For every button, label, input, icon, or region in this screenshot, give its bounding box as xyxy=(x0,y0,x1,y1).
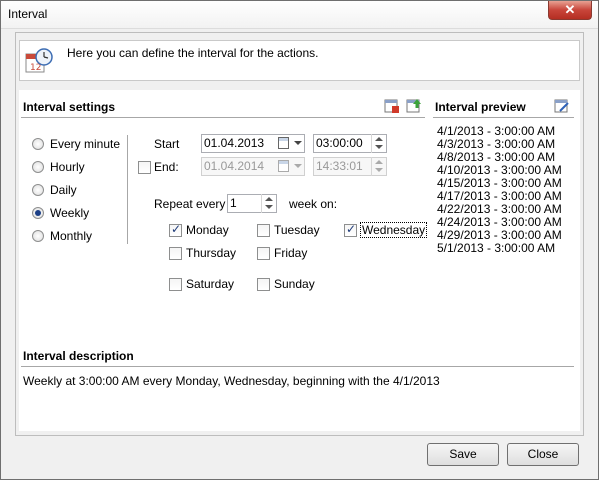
interval-description-title: Interval description xyxy=(23,349,134,363)
calendar-green-icon[interactable] xyxy=(406,98,422,114)
preview-item: 4/10/2013 - 3:00:00 AM xyxy=(437,163,562,177)
frequency-option-hourly[interactable]: Hourly xyxy=(32,158,85,176)
frequency-option-weekly[interactable]: Weekly xyxy=(32,204,89,222)
preview-item: 4/22/2013 - 3:00:00 AM xyxy=(437,202,562,216)
preview-item: 4/29/2013 - 3:00:00 AM xyxy=(437,228,562,242)
options-separator xyxy=(127,135,128,244)
interval-preview-title: Interval preview xyxy=(435,100,526,114)
end-checkbox[interactable] xyxy=(138,160,151,174)
header-text: Here you can define the interval for the… xyxy=(67,46,319,60)
preview-item: 4/8/2013 - 3:00:00 AM xyxy=(437,150,556,164)
end-time-value: 14:33:01 xyxy=(316,159,363,173)
start-label: Start xyxy=(154,137,180,151)
preview-item: 4/24/2013 - 3:00:00 AM xyxy=(437,215,562,229)
frequency-radio[interactable] xyxy=(32,138,44,150)
day-label: Friday xyxy=(274,246,308,260)
repeat-count-value: 1 xyxy=(230,196,237,210)
spin-down-icon[interactable] xyxy=(375,145,383,149)
day-option-tuesday[interactable]: Tuesday xyxy=(257,222,321,238)
frequency-radio[interactable] xyxy=(32,230,44,242)
frequency-radio[interactable] xyxy=(32,207,44,219)
preview-item: 4/17/2013 - 3:00:00 AM xyxy=(437,189,562,203)
day-checkbox[interactable] xyxy=(169,222,182,237)
end-date-picker[interactable]: 01.04.2014 xyxy=(201,157,305,176)
frequency-radio[interactable] xyxy=(32,161,44,173)
window-close-button[interactable]: ✕ xyxy=(548,1,592,20)
frequency-label: Daily xyxy=(50,183,77,197)
day-label: Thursday xyxy=(186,246,237,260)
calendar-icon xyxy=(278,160,289,172)
frequency-option-every-minute[interactable]: Every minute xyxy=(32,135,120,153)
frequency-label: Weekly xyxy=(50,206,90,220)
preview-divider xyxy=(433,117,574,118)
spin-down-icon[interactable] xyxy=(265,205,273,209)
frequency-radio[interactable] xyxy=(32,184,44,196)
repeat-count-spinner[interactable] xyxy=(261,194,276,213)
day-option-sunday[interactable]: Sunday xyxy=(257,276,316,292)
settings-divider xyxy=(21,117,425,118)
content-area: Interval settings Interval preview Every… xyxy=(19,90,580,431)
day-label: Monday xyxy=(186,223,229,237)
title-bar: Interval ✕ xyxy=(1,1,598,29)
close-button[interactable]: Close xyxy=(507,443,579,466)
calendar-red-icon[interactable] xyxy=(384,98,400,114)
day-label: Saturday xyxy=(186,277,235,291)
day-checkbox[interactable] xyxy=(169,277,182,291)
start-time-spinner[interactable] xyxy=(371,134,386,153)
start-date-dropdown[interactable] xyxy=(278,137,302,150)
window-title: Interval xyxy=(8,7,48,21)
end-time-spinner[interactable] xyxy=(371,157,386,176)
spin-up-icon[interactable] xyxy=(375,160,383,164)
save-button[interactable]: Save xyxy=(427,443,499,466)
day-label: Wednesday xyxy=(360,222,428,238)
start-date-value: 01.04.2013 xyxy=(204,136,265,150)
start-time-value: 03:00:00 xyxy=(316,136,363,150)
day-option-wednesday[interactable]: Wednesday xyxy=(344,222,428,238)
end-date-dropdown[interactable] xyxy=(278,160,302,173)
day-option-monday[interactable]: Monday xyxy=(169,222,230,238)
calendar-clock-icon: 12 xyxy=(25,48,53,73)
end-label: End: xyxy=(154,160,179,174)
day-option-saturday[interactable]: Saturday xyxy=(169,276,235,292)
day-checkbox[interactable] xyxy=(257,246,270,260)
day-label: Sunday xyxy=(274,277,315,291)
end-time-field[interactable]: 14:33:01 xyxy=(313,157,387,176)
day-label: Tuesday xyxy=(274,223,320,237)
day-checkbox[interactable] xyxy=(257,277,270,291)
description-divider xyxy=(21,366,574,367)
spin-down-icon[interactable] xyxy=(375,168,383,172)
day-checkbox[interactable] xyxy=(344,222,357,237)
day-option-thursday[interactable]: Thursday xyxy=(169,245,237,261)
preview-item: 5/1/2013 - 3:00:00 AM xyxy=(437,241,556,255)
week-on-label: week on: xyxy=(289,197,338,211)
start-date-picker[interactable]: 01.04.2013 xyxy=(201,134,305,153)
frequency-label: Hourly xyxy=(50,160,85,174)
frequency-option-monthly[interactable]: Monthly xyxy=(32,227,92,245)
calendar-icon xyxy=(278,137,289,149)
preview-item: 4/15/2013 - 3:00:00 AM xyxy=(437,176,562,190)
start-time-field[interactable]: 03:00:00 xyxy=(313,134,387,153)
calendar-edit-icon[interactable] xyxy=(554,98,570,114)
end-checkbox-row[interactable]: End: xyxy=(138,160,179,174)
spin-up-icon[interactable] xyxy=(265,197,273,201)
end-date-value: 01.04.2014 xyxy=(204,159,265,173)
frequency-option-daily[interactable]: Daily xyxy=(32,181,77,199)
preview-item: 4/3/2013 - 3:00:00 AM xyxy=(437,137,556,151)
day-option-friday[interactable]: Friday xyxy=(257,245,308,261)
preview-item: 4/1/2013 - 3:00:00 AM xyxy=(437,124,556,138)
spin-up-icon[interactable] xyxy=(375,137,383,141)
repeat-label: Repeat every xyxy=(154,197,226,211)
interval-settings-title: Interval settings xyxy=(23,100,116,114)
interval-description-text: Weekly at 3:00:00 AM every Monday, Wedne… xyxy=(23,374,440,388)
day-checkbox[interactable] xyxy=(169,246,182,260)
frequency-label: Every minute xyxy=(50,137,121,151)
repeat-count-field[interactable]: 1 xyxy=(227,194,277,213)
frequency-label: Monthly xyxy=(50,229,93,243)
chevron-down-icon xyxy=(294,141,302,145)
chevron-down-icon xyxy=(294,164,302,168)
header-box: 12 Here you can define the interval for … xyxy=(19,40,580,81)
day-checkbox[interactable] xyxy=(257,223,270,237)
